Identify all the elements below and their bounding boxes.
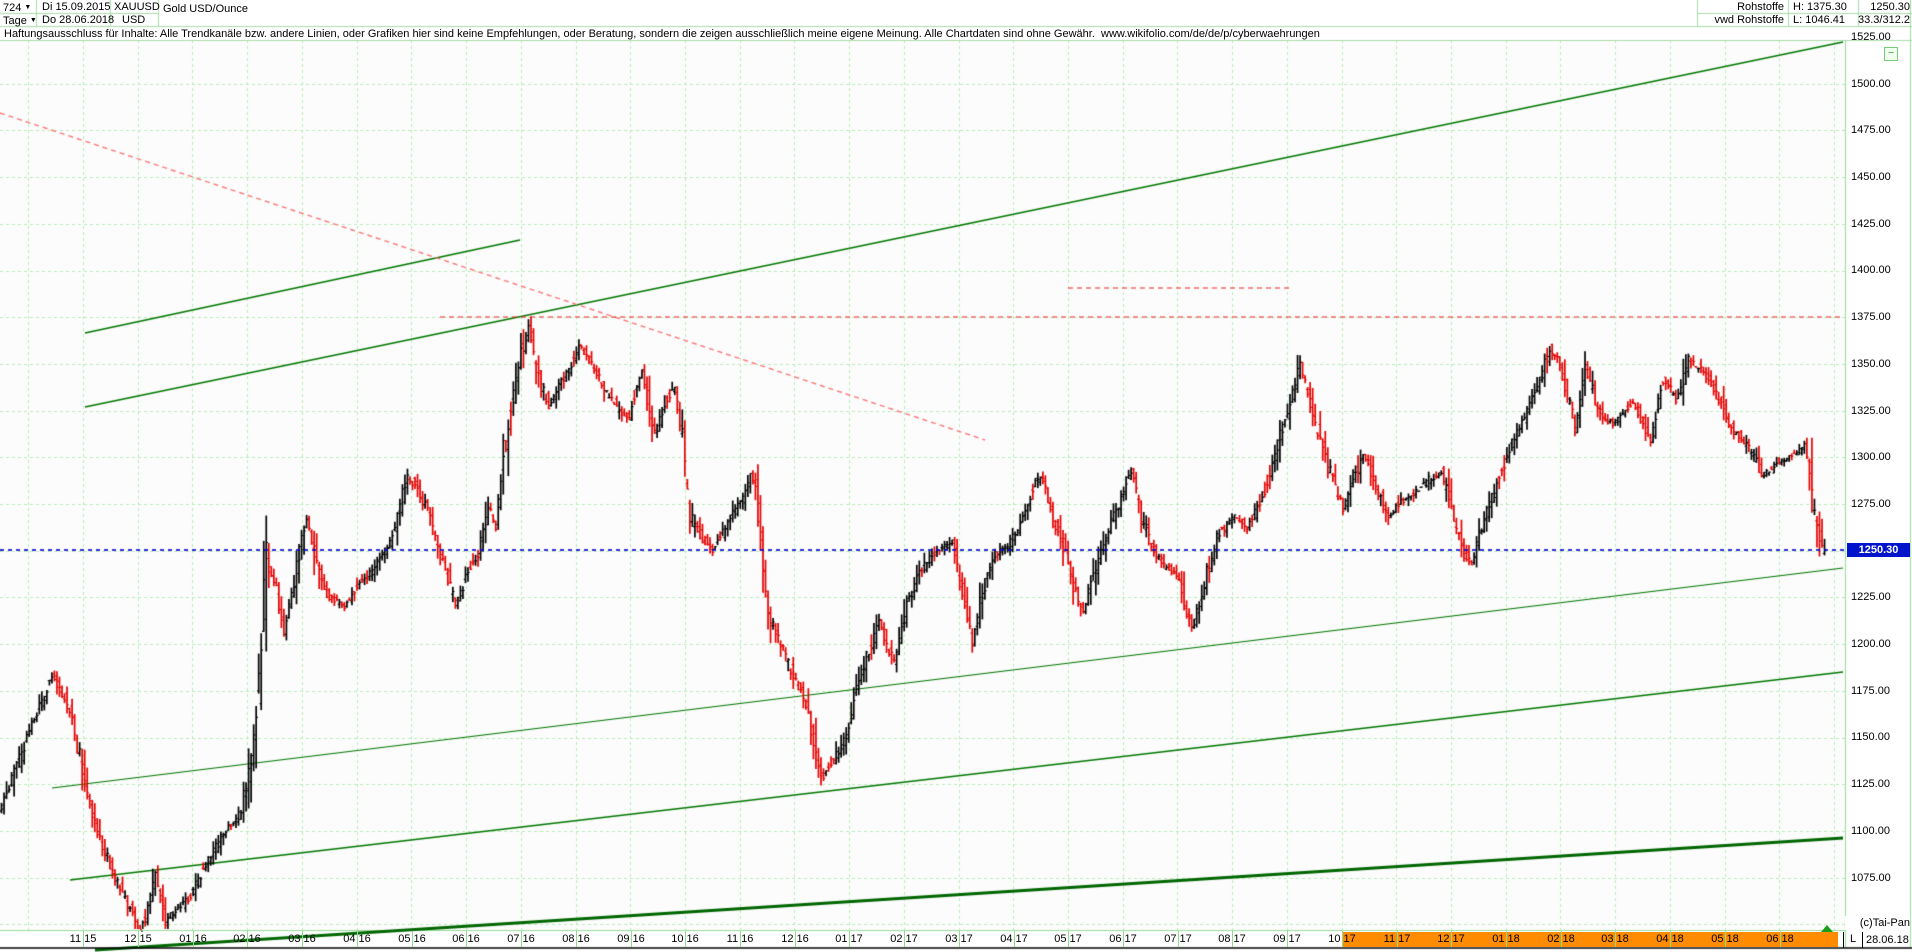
feed-label: Rohstoffe [1737, 1, 1784, 13]
chevron-down-icon: ▼ [29, 17, 37, 24]
x-axis-label: 08 16 [562, 933, 590, 945]
taipan-chart-window: 724 ▼ Di 15.09.2015 XAUUSD Gold USD/Ounc… [0, 0, 1912, 952]
date-to-label: Do 28.06.2018 [42, 14, 115, 26]
x-axis-label: 03 17 [945, 933, 973, 945]
x-axis-label: 02 17 [890, 933, 918, 945]
last-date-label: 28.06.18 [1866, 934, 1909, 946]
highlight-period-bar [1343, 932, 1838, 947]
y-axis-label: 1525.00 [1851, 31, 1891, 43]
y-axis-label: 1075.00 [1851, 871, 1891, 884]
y-axis-label: 1100.00 [1851, 824, 1890, 837]
y-axis-label: 1375.00 [1851, 311, 1891, 324]
disclaimer-text: Haftungsausschluss für Inhalte: Alle Tre… [4, 28, 1320, 40]
x-axis-label: 09 17 [1273, 933, 1301, 945]
y-axis-label: 1325.00 [1851, 404, 1891, 417]
y-axis-label: 1450.00 [1851, 171, 1891, 184]
x-axis-label: 12 15 [124, 933, 152, 945]
x-axis-label: 06 18 [1766, 933, 1794, 945]
last-price-label: 1250.30 [1870, 1, 1910, 13]
x-axis-label: 01 18 [1492, 933, 1520, 945]
bars-count-dropdown[interactable]: 724 ▼ [3, 1, 31, 15]
y-axis-label: 1275.00 [1851, 497, 1891, 510]
x-axis-label: 04 18 [1656, 933, 1684, 945]
x-axis-label: 04 16 [343, 933, 371, 945]
x-axis-label: 04 17 [1000, 933, 1028, 945]
x-axis-label: 02 16 [233, 933, 261, 945]
x-axis-label: 06 17 [1109, 933, 1137, 945]
y-axis-label: 1300.00 [1851, 451, 1891, 464]
x-axis-label: 11 15 [69, 933, 97, 945]
last-bar-marker-icon [1821, 925, 1833, 932]
y-axis-label: 1175.00 [1851, 684, 1890, 697]
x-axis-label: 11 16 [726, 933, 754, 945]
x-axis-label: 08 17 [1218, 933, 1246, 945]
x-axis-label: 07 16 [507, 933, 535, 945]
low-value-label: L: 1046.41 [1793, 14, 1845, 26]
y-axis-label: 1475.00 [1851, 124, 1891, 137]
x-axis-label: 03 18 [1601, 933, 1629, 945]
x-axis-label: 05 16 [398, 933, 426, 945]
last-price-tag: 1250.30 [1847, 543, 1910, 557]
chevron-down-icon: ▼ [24, 4, 32, 11]
x-axis-label: 10 17 [1328, 933, 1356, 945]
x-axis-label: 01 17 [835, 933, 863, 945]
y-axis-label: 1225.00 [1851, 591, 1891, 604]
stat-label: 33.3/312.2 [1858, 14, 1910, 26]
symbol-label: XAUUSD [114, 1, 160, 13]
y-axis-label: 1500.00 [1851, 77, 1891, 90]
high-value-label: H: 1375.30 [1793, 1, 1847, 13]
x-axis-label: 03 16 [288, 933, 316, 945]
x-axis-label: 05 17 [1054, 933, 1082, 945]
period-dropdown[interactable]: Tage ▼ [3, 14, 37, 28]
y-axis-label: 1150.00 [1851, 731, 1890, 744]
x-axis-label: 11 17 [1383, 933, 1411, 945]
x-axis-label: 09 16 [617, 933, 645, 945]
y-axis-label: 1350.00 [1851, 357, 1891, 370]
currency-label: USD [122, 14, 146, 26]
y-axis-label: 1200.00 [1851, 638, 1891, 651]
copyright-label: (c)Tai-Pan [1845, 916, 1910, 930]
y-axis-label: 1425.00 [1851, 217, 1891, 230]
axis-collapse-button[interactable]: − [1884, 47, 1898, 61]
x-axis-label: 05 18 [1711, 933, 1739, 945]
x-axis-label: 02 18 [1547, 933, 1575, 945]
x-axis-label: 07 17 [1164, 933, 1192, 945]
y-axis-label: 1125.00 [1851, 778, 1890, 791]
y-axis-label: 1400.00 [1851, 264, 1891, 277]
x-axis-label: 01 16 [179, 933, 207, 945]
x-axis-label: 06 16 [452, 933, 480, 945]
x-axis-label: 10 16 [671, 933, 699, 945]
date-from-label: Di 15.09.2015 [42, 1, 111, 13]
x-axis-label: 12 16 [781, 933, 809, 945]
price-chart-canvas[interactable] [0, 0, 1912, 952]
chart-title: Gold USD/Ounce [163, 3, 248, 15]
low-marker-cell: L [1843, 932, 1863, 948]
x-axis-label: 12 17 [1437, 933, 1465, 945]
feed-provider-label: vwd Rohstoffe [1714, 14, 1784, 26]
